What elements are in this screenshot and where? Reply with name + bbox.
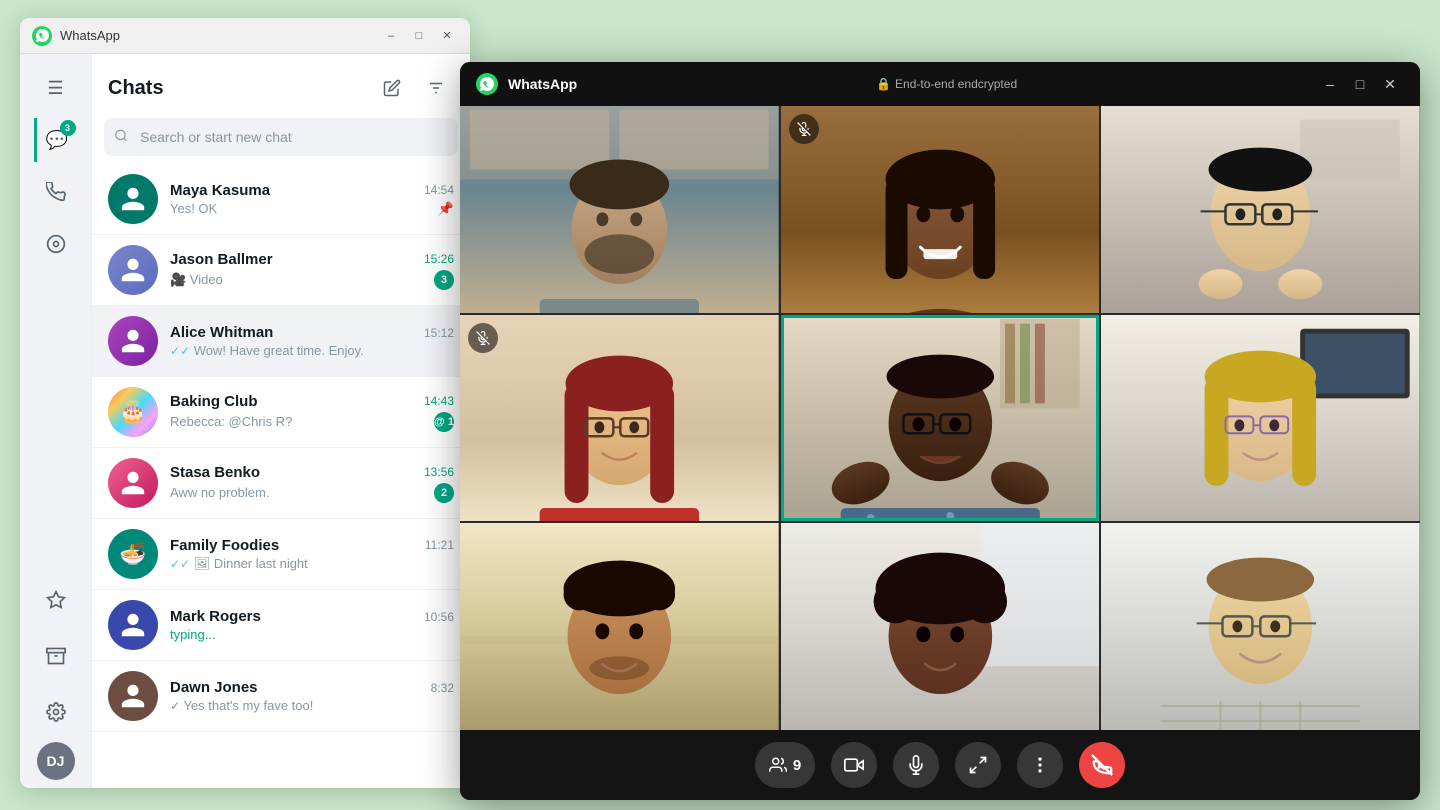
- outer-title: WhatsApp: [60, 28, 372, 43]
- outer-window-controls: – □ ✕: [380, 25, 458, 47]
- chat-info-dawn: Dawn Jones 8:32 ✓ Yes that's my fave too…: [170, 679, 454, 713]
- outer-titlebar: WhatsApp – □ ✕: [20, 18, 470, 54]
- sidebar-item-chats[interactable]: 💬 3: [34, 118, 78, 162]
- outer-whatsapp-window: WhatsApp – □ ✕ ☰ 💬 3: [20, 18, 470, 788]
- video-cell-3: [1101, 106, 1420, 313]
- chat-item-family[interactable]: 🍜 Family Foodies 11:21 ✓✓ 🖼 Dinner last …: [92, 519, 470, 590]
- sidebar-item-archived[interactable]: [34, 634, 78, 678]
- search-icon: [114, 129, 128, 146]
- outer-minimize-btn[interactable]: –: [380, 25, 402, 47]
- chat-avatar-maya: [108, 174, 158, 224]
- encryption-text: End-to-end endcrypted: [895, 77, 1017, 91]
- chat-info-baking: Baking Club 14:43 Rebecca: @Chris R? @ 1: [170, 393, 454, 432]
- participants-button[interactable]: 9: [755, 742, 815, 788]
- video-cell-9: [1101, 523, 1420, 730]
- outer-maximize-btn[interactable]: □: [408, 25, 430, 47]
- sidebar-item-calls[interactable]: [34, 170, 78, 214]
- badge-stasa: 2: [434, 483, 454, 503]
- chat-info-family: Family Foodies 11:21 ✓✓ 🖼 Dinner last ni…: [170, 537, 454, 572]
- video-cell-7: [460, 523, 779, 730]
- mic-button[interactable]: [893, 742, 939, 788]
- chat-item-maya[interactable]: Maya Kasuma 14:54 Yes! OK 📌: [92, 164, 470, 235]
- chat-item-stasa[interactable]: Stasa Benko 13:56 Aww no problem. 2: [92, 448, 470, 519]
- video-toggle-button[interactable]: [831, 742, 877, 788]
- mute-badge-4: [468, 323, 498, 353]
- video-call-window: WhatsApp 🔒 End-to-end endcrypted – □ ✕: [460, 62, 1420, 800]
- sidebar-bottom: DJ: [34, 574, 78, 780]
- video-whatsapp-logo: [476, 73, 498, 95]
- video-cell-1: [460, 106, 779, 313]
- badge-baking: @ 1: [434, 412, 454, 432]
- chat-info-alice: Alice Whitman 15:12 ✓✓ Wow! Have great t…: [170, 324, 454, 358]
- chat-avatar-family: 🍜: [108, 529, 158, 579]
- video-cell-8: [781, 523, 1100, 730]
- search-input[interactable]: [104, 118, 458, 156]
- chat-item-dawn[interactable]: Dawn Jones 8:32 ✓ Yes that's my fave too…: [92, 661, 470, 732]
- chat-avatar-jason: [108, 245, 158, 295]
- chats-badge: 3: [60, 120, 76, 136]
- chat-avatar-mark: [108, 600, 158, 650]
- sidebar-item-settings[interactable]: [34, 690, 78, 734]
- filter-button[interactable]: [418, 70, 454, 106]
- chat-panel: Chats: [92, 54, 470, 788]
- chat-item-jason[interactable]: Jason Ballmer 15:26 🎥 Video 3: [92, 235, 470, 306]
- video-minimize-btn[interactable]: –: [1316, 70, 1344, 98]
- chat-item-mark[interactable]: Mark Rogers 10:56 typing...: [92, 590, 470, 661]
- chat-item-baking[interactable]: 🎂 Baking Club 14:43 Rebecca: @Chris R? @…: [92, 377, 470, 448]
- video-cell-5: [781, 315, 1100, 522]
- sidebar: ☰ 💬 3 DJ: [20, 54, 92, 788]
- badge-jason: 3: [434, 270, 454, 290]
- chat-avatar-dawn: [108, 671, 158, 721]
- chat-list: Maya Kasuma 14:54 Yes! OK 📌: [92, 164, 470, 788]
- call-controls: 9: [460, 730, 1420, 800]
- video-cell-6: [1101, 315, 1420, 522]
- more-options-button[interactable]: [1017, 742, 1063, 788]
- chat-avatar-baking: 🎂: [108, 387, 158, 437]
- video-close-btn[interactable]: ✕: [1376, 70, 1404, 98]
- video-grid: [460, 106, 1420, 730]
- pin-icon-maya: 📌: [438, 201, 454, 217]
- chat-header-actions: [374, 70, 454, 106]
- chat-info-jason: Jason Ballmer 15:26 🎥 Video 3: [170, 251, 454, 290]
- participants-count: 9: [793, 757, 801, 774]
- my-avatar[interactable]: DJ: [37, 742, 75, 780]
- chats-title: Chats: [108, 77, 164, 100]
- search-bar: [104, 118, 458, 156]
- new-chat-button[interactable]: [374, 70, 410, 106]
- video-titlebar: WhatsApp 🔒 End-to-end endcrypted – □ ✕: [460, 62, 1420, 106]
- chat-info-maya: Maya Kasuma 14:54 Yes! OK 📌: [170, 182, 454, 217]
- share-screen-button[interactable]: [955, 742, 1001, 788]
- video-cell-4: [460, 315, 779, 522]
- video-cell-2: [781, 106, 1100, 313]
- video-title: WhatsApp: [508, 76, 577, 92]
- video-maximize-btn[interactable]: □: [1346, 70, 1374, 98]
- sidebar-item-menu[interactable]: ☰: [34, 66, 78, 110]
- whatsapp-logo-outer: [32, 26, 52, 46]
- chat-avatar-alice: [108, 316, 158, 366]
- chat-item-alice[interactable]: Alice Whitman 15:12 ✓✓ Wow! Have great t…: [92, 306, 470, 377]
- outer-close-btn[interactable]: ✕: [436, 25, 458, 47]
- sidebar-item-starred[interactable]: [34, 578, 78, 622]
- chat-info-stasa: Stasa Benko 13:56 Aww no problem. 2: [170, 464, 454, 503]
- chat-header: Chats: [92, 54, 470, 114]
- mute-badge-2: [789, 114, 819, 144]
- chat-info-mark: Mark Rogers 10:56 typing...: [170, 608, 454, 642]
- end-call-button[interactable]: [1079, 742, 1125, 788]
- lock-icon: 🔒: [876, 77, 891, 91]
- sidebar-item-status[interactable]: [34, 222, 78, 266]
- encryption-indicator: 🔒 End-to-end endcrypted: [587, 77, 1306, 91]
- video-titlebar-btns: – □ ✕: [1316, 70, 1404, 98]
- chat-avatar-stasa: [108, 458, 158, 508]
- outer-window-body: ☰ 💬 3 DJ: [20, 54, 470, 788]
